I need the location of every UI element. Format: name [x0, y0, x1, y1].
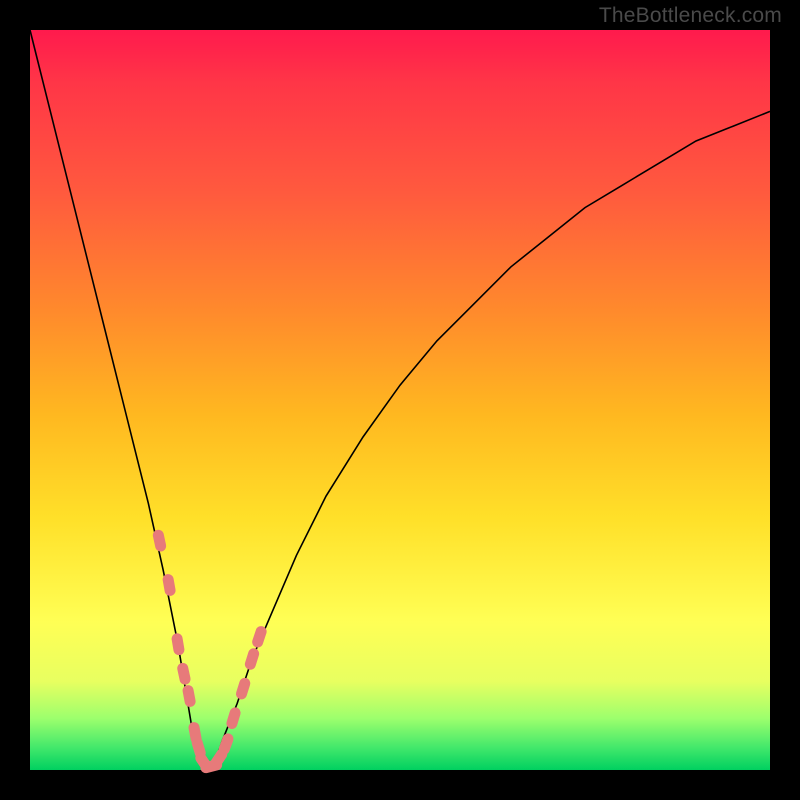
curve-marker	[225, 706, 242, 730]
curve-marker	[176, 662, 191, 686]
curve-marker	[162, 573, 177, 597]
curve-layer	[30, 30, 770, 770]
bottleneck-curve	[30, 30, 770, 770]
watermark-text: TheBottleneck.com	[599, 4, 782, 28]
marker-layer	[152, 529, 268, 775]
curve-marker	[235, 676, 252, 700]
curve-marker	[182, 684, 197, 708]
chart-stage: TheBottleneck.com	[0, 0, 800, 800]
curve-marker	[152, 529, 167, 553]
curve-marker	[243, 647, 260, 671]
plot-area	[30, 30, 770, 770]
curve-marker	[251, 625, 268, 649]
curve-marker	[171, 632, 185, 656]
